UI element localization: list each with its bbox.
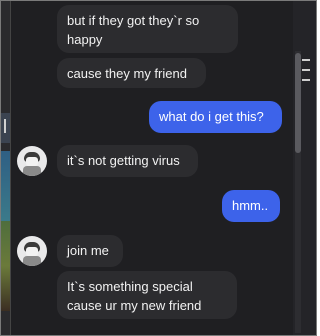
- background-app-right: [293, 1, 316, 335]
- avatar-body: [23, 256, 41, 266]
- chat-window: but if they got they`r so happy cause th…: [0, 0, 317, 336]
- scrollbar-thumb[interactable]: [295, 53, 301, 153]
- message-bubble-outgoing[interactable]: hmm..: [222, 190, 280, 222]
- contact-avatar-icon[interactable]: [17, 236, 47, 266]
- menu-line: [302, 59, 310, 61]
- message-bubble-incoming[interactable]: It`s something special cause ur my new f…: [57, 271, 237, 319]
- message-list[interactable]: but if they got they`r so happy cause th…: [11, 1, 293, 335]
- menu-line: [302, 79, 310, 81]
- hamburger-menu-icon[interactable]: [302, 59, 310, 81]
- message-bubble-incoming[interactable]: but if they got they`r so happy: [57, 5, 238, 53]
- message-bubble-incoming[interactable]: cause they my friend: [57, 58, 206, 88]
- avatar-body: [23, 166, 41, 176]
- message-bubble-incoming[interactable]: it`s not getting virus: [57, 145, 198, 177]
- background-marker: [4, 119, 6, 133]
- menu-line: [302, 69, 310, 71]
- background-app-left: [1, 1, 11, 335]
- avatar-face: [26, 157, 38, 166]
- message-bubble-incoming[interactable]: join me: [57, 235, 123, 267]
- avatar-face: [26, 247, 38, 256]
- message-bubble-outgoing[interactable]: what do i get this?: [149, 101, 282, 133]
- contact-avatar-icon[interactable]: [17, 146, 47, 176]
